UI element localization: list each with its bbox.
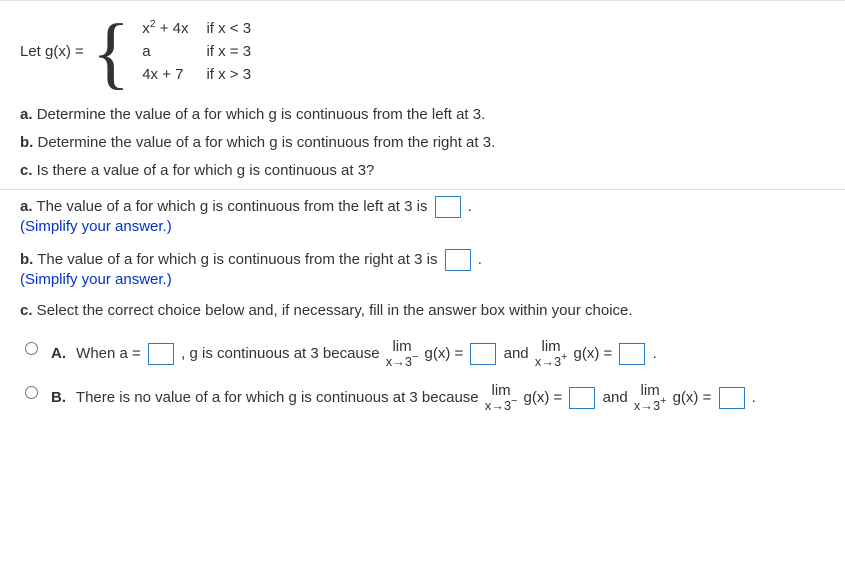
case2-cond: if x = 3 xyxy=(206,43,251,60)
function-definition: Let g(x) = { x2 + 4x if x < 3 a if x = 3… xyxy=(0,1,845,101)
prompt-b: b. Determine the value of a for which g … xyxy=(0,129,845,157)
answer-b-period: . xyxy=(478,251,482,268)
choice-a: A. When a = , g is continuous at 3 becau… xyxy=(0,335,845,379)
choice-a-input-1[interactable] xyxy=(148,343,174,365)
answer-c-intro: c. Select the correct choice below and, … xyxy=(0,296,845,327)
choice-a-input-3[interactable] xyxy=(619,343,645,365)
case1-cond: if x < 3 xyxy=(206,20,251,37)
answer-b-section: b. The value of a for which g is continu… xyxy=(0,243,845,296)
choice-b-input-2[interactable] xyxy=(719,387,745,409)
answer-b-text: b. The value of a for which g is continu… xyxy=(20,251,442,268)
case2-expr: a xyxy=(142,43,188,60)
fn-lhs: Let g(x) = xyxy=(20,43,84,60)
limit-left-icon-b: lim x→3− xyxy=(485,383,518,413)
piecewise-cases: x2 + 4x if x < 3 a if x = 3 4x + 7 if x … xyxy=(142,20,251,83)
limit-right-icon-b: lim x→3+ xyxy=(634,383,667,413)
choice-b-label: B. xyxy=(51,389,66,406)
limit-right-icon: lim x→3+ xyxy=(535,339,568,369)
case1-expr: x2 + 4x xyxy=(142,20,188,37)
choice-a-input-2[interactable] xyxy=(470,343,496,365)
answer-a-hint: (Simplify your answer.) xyxy=(20,218,172,235)
choice-a-label: A. xyxy=(51,345,66,362)
answer-a-input[interactable] xyxy=(435,196,461,218)
case3-cond: if x > 3 xyxy=(206,66,251,83)
choice-b-radio[interactable] xyxy=(25,386,38,399)
choice-a-radio[interactable] xyxy=(25,342,38,355)
choice-b-input-1[interactable] xyxy=(569,387,595,409)
brace-icon: { xyxy=(92,13,130,93)
case3-expr: 4x + 7 xyxy=(142,66,188,83)
prompt-c: c. Is there a value of a for which g is … xyxy=(0,157,845,185)
answer-a-text: a. The value of a for which g is continu… xyxy=(20,198,432,215)
answer-b-hint: (Simplify your answer.) xyxy=(20,271,172,288)
answer-b-input[interactable] xyxy=(445,249,471,271)
limit-left-icon: lim x→3− xyxy=(386,339,419,369)
answer-a-period: . xyxy=(468,198,472,215)
prompt-a: a. a. Determine the value of a for which… xyxy=(0,101,845,129)
answer-a-section: a. The value of a for which g is continu… xyxy=(0,190,845,243)
choice-b: B. There is no value of a for which g is… xyxy=(0,379,845,423)
